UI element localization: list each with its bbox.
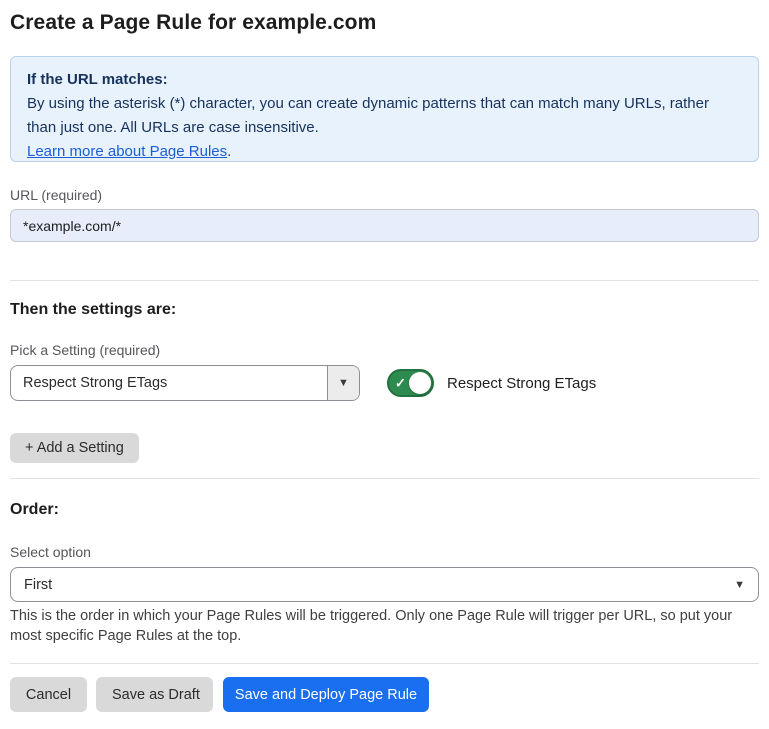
info-box-body: By using the asterisk (*) character, you… [27,92,727,140]
setting-select[interactable]: Respect Strong ETags ▼ [10,365,360,401]
order-select-label: Select option [10,544,759,560]
setting-select-arrow-button[interactable]: ▼ [327,366,359,400]
settings-section-heading: Then the settings are: [10,301,759,319]
url-field-label: URL (required) [10,187,759,203]
learn-more-link[interactable]: Learn more about Page Rules [27,143,227,160]
link-suffix: . [227,143,231,160]
setting-select-value: Respect Strong ETags [11,366,327,400]
chevron-down-icon: ▼ [734,579,745,591]
order-select[interactable]: First ▼ [10,567,759,602]
add-setting-button[interactable]: + Add a Setting [10,433,139,463]
order-section-heading: Order: [10,501,759,519]
etags-toggle-label: Respect Strong ETags [447,375,596,392]
cancel-button[interactable]: Cancel [10,677,87,712]
pick-setting-label: Pick a Setting (required) [10,342,759,358]
etags-toggle[interactable]: ✓ [387,369,434,397]
order-select-value: First [24,577,52,593]
url-matches-info-box: If the URL matches: By using the asteris… [10,56,759,162]
url-input[interactable] [10,209,759,242]
footer-divider [10,663,759,664]
info-box-heading: If the URL matches: [27,68,742,92]
info-box-link-line: Learn more about Page Rules. [27,140,742,164]
check-icon: ✓ [395,377,406,390]
save-deploy-button[interactable]: Save and Deploy Page Rule [223,677,429,712]
setting-row: Respect Strong ETags ▼ ✓ Respect Strong … [10,365,759,401]
save-draft-button[interactable]: Save as Draft [96,677,213,712]
page-rule-form: Create a Page Rule for example.com If th… [0,11,769,712]
page-title: Create a Page Rule for example.com [10,11,759,35]
section-divider [10,478,759,479]
order-help-text: This is the order in which your Page Rul… [10,606,755,646]
footer-actions: Cancel Save as Draft Save and Deploy Pag… [10,677,759,712]
section-divider [10,280,759,281]
toggle-knob [409,372,431,394]
chevron-down-icon: ▼ [338,377,349,389]
